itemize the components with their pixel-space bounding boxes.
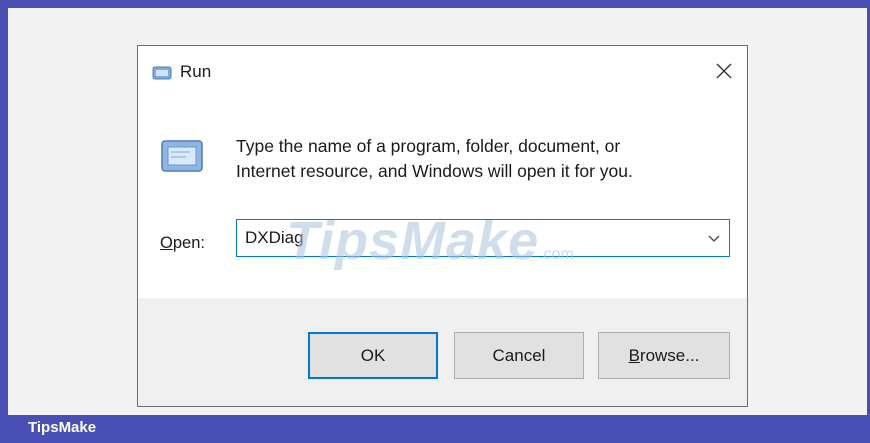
run-program-icon — [161, 140, 203, 172]
description-line-2: Internet resource, and Windows will open… — [236, 161, 633, 181]
page: { "footer": { "brand": "TipsMake" }, "di… — [0, 0, 870, 443]
title-bar[interactable]: Run — [138, 46, 747, 96]
browse-button[interactable]: Browse... — [598, 332, 730, 379]
run-icon — [152, 66, 172, 80]
browse-accelerator: B — [628, 345, 640, 365]
open-label-text: pen: — [172, 234, 205, 252]
footer-brand: TipsMake — [28, 419, 97, 436]
browse-label-rest: rowse... — [639, 345, 700, 365]
dialog-title: Run — [180, 62, 212, 81]
close-button[interactable] — [711, 58, 737, 84]
chevron-down-icon[interactable] — [707, 231, 721, 245]
cancel-button[interactable]: Cancel — [454, 332, 584, 379]
open-input[interactable] — [245, 220, 685, 256]
open-label: Open: — [160, 234, 205, 253]
ok-button[interactable]: OK — [308, 332, 438, 379]
description-line-1: Type the name of a program, folder, docu… — [236, 136, 621, 156]
dialog-description: Type the name of a program, folder, docu… — [236, 134, 706, 184]
open-label-accelerator: O — [160, 234, 173, 252]
close-icon — [716, 63, 732, 79]
open-combobox[interactable] — [236, 219, 730, 257]
run-dialog: Run Type the name of a program, folder, … — [137, 45, 748, 407]
